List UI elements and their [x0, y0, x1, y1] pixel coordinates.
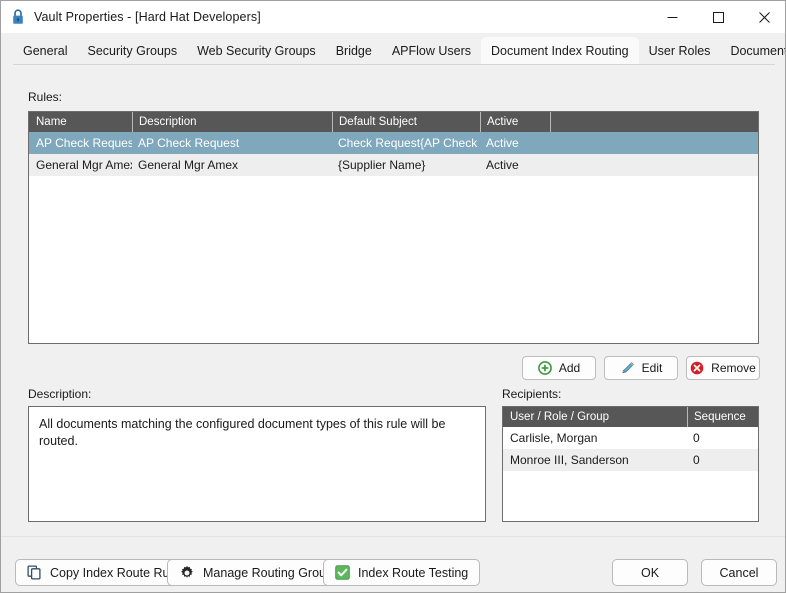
ok-button[interactable]: OK: [612, 559, 688, 586]
column-header-user-role-group[interactable]: User / Role / Group: [503, 407, 687, 427]
tab-bridge[interactable]: Bridge: [326, 37, 382, 65]
copy-index-route-rule-label: Copy Index Route Rule: [50, 565, 180, 580]
remove-button[interactable]: Remove: [686, 356, 760, 380]
tab-label: Document Index Routing: [491, 44, 629, 58]
maximize-icon[interactable]: [695, 1, 741, 33]
cell-user: Monroe III, Sanderson: [510, 453, 629, 467]
window-title: Vault Properties - [Hard Hat Developers]: [34, 10, 261, 24]
column-header-active[interactable]: Active: [480, 112, 550, 132]
column-header-description[interactable]: Description: [132, 112, 332, 132]
window-controls: [649, 1, 785, 33]
cell-active: Active: [486, 136, 519, 150]
recipients-grid-header: User / Role / Group Sequence: [503, 407, 758, 427]
tab-security-groups[interactable]: Security Groups: [77, 37, 187, 65]
lock-icon: [11, 9, 25, 25]
cell-description: AP Check Request: [138, 136, 240, 150]
column-header-name[interactable]: Name: [29, 112, 132, 132]
table-row[interactable]: General Mgr Amex General Mgr Amex {Suppl…: [29, 154, 758, 176]
table-row[interactable]: AP Check Request AP Check Request Check …: [29, 132, 758, 154]
tab-underline: [13, 64, 775, 65]
tab-general[interactable]: General: [13, 37, 77, 65]
edit-button-label: Edit: [641, 361, 663, 375]
tab-user-roles[interactable]: User Roles: [639, 37, 721, 65]
list-item[interactable]: Monroe III, Sanderson 0: [503, 449, 758, 471]
plus-circle-icon: [537, 361, 552, 375]
tab-label: Security Groups: [87, 44, 178, 58]
rules-grid-header: Name Description Default Subject Active: [29, 112, 758, 132]
tab-label: Document Publishing: [730, 44, 786, 58]
tab-document-publishing[interactable]: Document Publishing: [720, 37, 786, 65]
list-item[interactable]: Carlisle, Morgan 0: [503, 427, 758, 449]
column-header-sequence[interactable]: Sequence: [687, 407, 758, 427]
tab-web-security-groups[interactable]: Web Security Groups: [187, 37, 326, 65]
cell-default-subject: {Supplier Name}: [338, 158, 426, 172]
title-bar: Vault Properties - [Hard Hat Developers]: [1, 1, 785, 33]
description-textarea[interactable]: All documents matching the configured do…: [28, 406, 486, 522]
footer-bar: Copy Index Route Rule Manage Routing Gro…: [1, 536, 785, 592]
pencil-icon: [620, 361, 635, 376]
cell-name: AP Check Request: [36, 136, 132, 150]
remove-button-label: Remove: [711, 361, 756, 375]
copy-icon: [27, 565, 42, 580]
recipients-grid[interactable]: User / Role / Group Sequence Carlisle, M…: [502, 406, 759, 522]
rules-grid[interactable]: Name Description Default Subject Active …: [28, 111, 759, 344]
column-header-blank[interactable]: [550, 112, 758, 132]
cell-default-subject: Check Request{AP Check ...: [338, 136, 480, 150]
rules-label: Rules:: [28, 90, 63, 104]
cell-blank: [550, 154, 758, 176]
tab-document-index-routing[interactable]: Document Index Routing: [481, 37, 639, 65]
recipients-label: Recipients:: [502, 387, 562, 401]
description-label: Description:: [28, 387, 92, 401]
edit-button[interactable]: Edit: [604, 356, 678, 380]
vault-properties-window: Vault Properties - [Hard Hat Developers]…: [0, 0, 786, 593]
cell-user: Carlisle, Morgan: [510, 431, 598, 445]
close-icon[interactable]: [741, 1, 785, 33]
tab-label: User Roles: [648, 44, 711, 58]
gear-icon: [179, 565, 195, 581]
x-circle-icon: [690, 361, 704, 375]
index-route-testing-button[interactable]: Index Route Testing: [323, 559, 481, 586]
manage-routing-groups-label: Manage Routing Groups: [203, 565, 340, 580]
cancel-button[interactable]: Cancel: [701, 559, 777, 586]
tab-label: General: [23, 44, 68, 58]
cell-active: Active: [486, 158, 519, 172]
tab-list: General Security Groups Web Security Gro…: [13, 37, 786, 65]
cancel-button-label: Cancel: [719, 565, 759, 580]
cell-description: General Mgr Amex: [138, 158, 239, 172]
copy-index-route-rule-button[interactable]: Copy Index Route Rule: [15, 559, 192, 586]
tab-panel-document-index-routing: Rules: Name Description Default Subject …: [1, 69, 785, 536]
add-button[interactable]: Add: [522, 356, 596, 380]
tab-apflow-users[interactable]: APFlow Users: [382, 37, 481, 65]
cell-name: General Mgr Amex: [36, 158, 132, 172]
tab-label: Web Security Groups: [197, 44, 316, 58]
index-route-testing-label: Index Route Testing: [358, 565, 469, 580]
tab-strip: General Security Groups Web Security Gro…: [1, 33, 786, 69]
cell-sequence: 0: [693, 453, 700, 467]
ok-button-label: OK: [640, 565, 660, 580]
tab-label: APFlow Users: [391, 44, 472, 58]
column-header-default-subject[interactable]: Default Subject: [332, 112, 480, 132]
checkbox-checked-icon: [335, 565, 350, 580]
minimize-icon[interactable]: [649, 1, 695, 33]
tab-label: Bridge: [335, 44, 372, 58]
add-button-label: Add: [558, 361, 581, 375]
cell-blank: [550, 132, 758, 154]
cell-sequence: 0: [693, 431, 700, 445]
